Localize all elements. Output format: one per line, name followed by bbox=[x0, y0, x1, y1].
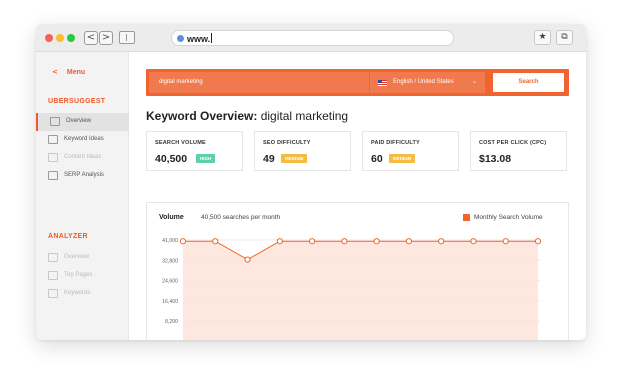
status-badge: MEDIUM bbox=[389, 154, 416, 163]
data-point bbox=[373, 238, 380, 245]
chevron-left-icon: < bbox=[52, 68, 58, 76]
metric-label: PAID DIFFICULTY bbox=[371, 140, 420, 146]
minimize-window-dot[interactable] bbox=[56, 34, 64, 42]
sidebar-item-serp-analysis[interactable]: SERP Analysis bbox=[36, 167, 129, 185]
page-title-keyword: digital marketing bbox=[260, 109, 349, 123]
sidebar-item-analyzer-overview[interactable]: Overview bbox=[36, 249, 129, 267]
data-point bbox=[212, 238, 219, 245]
sidebar: < Menu UBERSUGGEST Overview Keyword Ideas… bbox=[36, 52, 129, 340]
y-tick-label: 8,200 bbox=[165, 319, 178, 325]
status-badge: HIGH bbox=[196, 154, 216, 163]
metric-value: $13.08 bbox=[479, 153, 512, 165]
metric-card-paid-difficulty: PAID DIFFICULTY 60 MEDIUM bbox=[362, 131, 459, 171]
data-point bbox=[179, 238, 187, 245]
sidebar-item-keywords[interactable]: Keywords bbox=[36, 285, 129, 303]
browser-window: < > www. ★ ⧉ < Menu UBERSUGGEST Overview … bbox=[36, 24, 586, 340]
search-volume-chart: Volume 40,500 searches per month Monthly… bbox=[146, 202, 569, 340]
sidebar-item-label: Keyword Ideas bbox=[64, 136, 104, 142]
overview-icon bbox=[50, 117, 60, 126]
metric-value: 40,500 bbox=[155, 153, 188, 165]
us-flag-icon bbox=[378, 80, 387, 86]
section-title-ubersuggest: UBERSUGGEST bbox=[48, 98, 106, 105]
keyword-ideas-icon bbox=[48, 135, 58, 144]
locale-dropdown[interactable]: English / United States ⌄ bbox=[370, 72, 485, 93]
browser-titlebar: < > www. ★ ⧉ bbox=[36, 24, 586, 52]
y-tick-label: 32,800 bbox=[162, 258, 178, 264]
series-area bbox=[183, 241, 538, 340]
share-icon[interactable]: ⧉ bbox=[556, 30, 573, 45]
sidebar-item-overview[interactable]: Overview bbox=[36, 113, 129, 131]
close-window-dot[interactable] bbox=[45, 34, 53, 42]
sidebar-toggle-icon[interactable] bbox=[119, 31, 135, 44]
menu-label: Menu bbox=[66, 69, 86, 76]
url-text: www. bbox=[187, 34, 211, 44]
metric-value: 60 bbox=[371, 153, 383, 165]
sidebar-item-label: SERP Analysis bbox=[64, 172, 104, 178]
data-point bbox=[276, 238, 283, 245]
data-point bbox=[502, 238, 509, 245]
data-point bbox=[308, 238, 316, 245]
chart-plot: 41,000 32,800 24,600 16,400 8,200 bbox=[162, 238, 542, 340]
y-tick-label: 41,000 bbox=[162, 238, 178, 244]
metric-label: SEO DIFFICULTY bbox=[263, 140, 311, 146]
search-button[interactable]: Search bbox=[493, 73, 564, 92]
sidebar-item-label: Overview bbox=[64, 254, 90, 260]
metric-card-search-volume: SEARCH VOLUME 40,500 HIGH bbox=[146, 131, 243, 171]
metric-label: COST PER CLICK (CPC) bbox=[479, 140, 547, 146]
search-bar: digital marketing English / United State… bbox=[146, 69, 569, 96]
sidebar-item-top-pages[interactable]: Top Pages bbox=[36, 267, 129, 285]
y-tick-label: 16,400 bbox=[162, 299, 178, 305]
site-icon bbox=[177, 35, 184, 42]
metric-label: SEARCH VOLUME bbox=[155, 140, 206, 146]
metric-card-cpc: COST PER CLICK (CPC) $13.08 bbox=[470, 131, 567, 171]
forward-icon[interactable]: > bbox=[99, 31, 113, 45]
metric-value: 49 bbox=[263, 153, 275, 165]
address-bar[interactable]: www. bbox=[171, 30, 454, 46]
sidebar-item-label: Content Ideas bbox=[64, 154, 102, 160]
analyzer-overview-icon bbox=[48, 253, 58, 262]
content-ideas-icon bbox=[48, 153, 58, 162]
data-point bbox=[341, 238, 348, 245]
metric-card-seo-difficulty: SEO DIFFICULTY 49 MEDIUM bbox=[254, 131, 351, 171]
top-pages-icon bbox=[48, 271, 58, 280]
section-title-analyzer: ANALYZER bbox=[48, 233, 88, 240]
sidebar-item-content-ideas[interactable]: Content Ideas bbox=[36, 149, 129, 167]
back-icon[interactable]: < bbox=[84, 31, 98, 45]
status-badge: MEDIUM bbox=[281, 154, 308, 163]
sidebar-item-label: Keywords bbox=[64, 290, 91, 296]
data-point bbox=[470, 238, 477, 245]
menu-toggle[interactable]: < Menu bbox=[52, 68, 85, 76]
data-point bbox=[405, 238, 413, 245]
sidebar-item-label: Top Pages bbox=[64, 272, 93, 278]
chevron-down-icon: ⌄ bbox=[471, 78, 477, 85]
sidebar-item-keyword-ideas[interactable]: Keyword Ideas bbox=[36, 131, 129, 149]
data-point bbox=[244, 256, 251, 263]
locale-label: English / United States bbox=[393, 79, 454, 85]
text-cursor bbox=[211, 33, 213, 43]
keyword-search-input[interactable]: digital marketing bbox=[149, 72, 369, 93]
data-point bbox=[534, 238, 542, 245]
page-title-prefix: Keyword Overview: bbox=[146, 109, 258, 123]
bookmark-star-icon[interactable]: ★ bbox=[534, 30, 551, 45]
y-tick-label: 24,600 bbox=[162, 279, 178, 285]
keywords-icon bbox=[48, 289, 58, 298]
maximize-window-dot[interactable] bbox=[67, 34, 75, 42]
main-content: digital marketing English / United State… bbox=[129, 52, 586, 340]
sidebar-item-label: Overview bbox=[66, 118, 92, 124]
data-point bbox=[438, 238, 445, 245]
page-title: Keyword Overview: digital marketing bbox=[146, 109, 348, 123]
serp-analysis-icon bbox=[48, 171, 58, 180]
